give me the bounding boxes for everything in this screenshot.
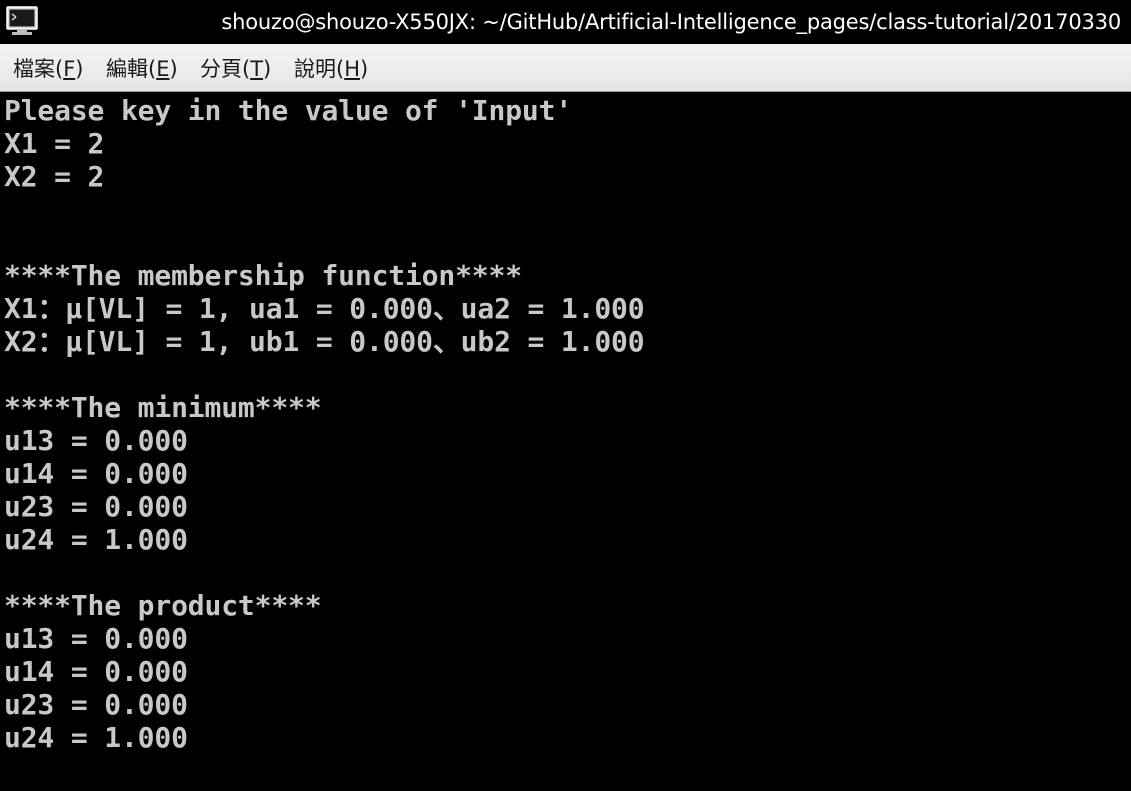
terminal-line: u23 = 0.000 (4, 688, 188, 721)
menu-help-suffix: ) (360, 57, 369, 81)
menu-help-label: 說明( (294, 57, 345, 81)
terminal-icon[interactable] (6, 6, 38, 36)
menu-help-mnemonic: H (344, 57, 360, 81)
title-bar[interactable]: shouzo@shouzo-X550JX: ~/GitHub/Artificia… (0, 0, 1131, 44)
terminal-line: X2：μ[VL] = 1, ub1 = 0.000、ub2 = 1.000 (4, 325, 645, 358)
menu-edit-label: 編輯( (106, 57, 157, 81)
terminal-line: ****The minimum**** (4, 391, 322, 424)
terminal-line: ****The membership function**** (4, 259, 522, 292)
window-title: shouzo@shouzo-X550JX: ~/GitHub/Artificia… (221, 10, 1121, 34)
menu-help[interactable]: 說明(H) (294, 44, 368, 92)
terminal-line: u14 = 0.000 (4, 457, 188, 490)
menu-tabs-suffix: ) (263, 57, 272, 81)
terminal-line: u13 = 0.000 (4, 424, 188, 457)
menu-bar: 檔案(F) 編輯(E) 分頁(T) 說明(H) (0, 44, 1131, 92)
menu-file[interactable]: 檔案(F) (13, 44, 84, 92)
terminal-line: X1：μ[VL] = 1, ua1 = 0.000、ua2 = 1.000 (4, 292, 645, 325)
terminal-line: X1 = 2 (4, 127, 105, 160)
menu-file-label: 檔案( (13, 57, 64, 81)
menu-edit-suffix: ) (169, 57, 178, 81)
terminal-line: ****The product**** (4, 589, 322, 622)
menu-file-mnemonic: F (63, 57, 76, 81)
menu-edit[interactable]: 編輯(E) (106, 44, 178, 92)
menu-tabs[interactable]: 分頁(T) (200, 44, 271, 92)
terminal-line: u13 = 0.000 (4, 622, 188, 655)
menu-tabs-label: 分頁( (200, 57, 251, 81)
terminal-window: shouzo@shouzo-X550JX: ~/GitHub/Artificia… (0, 0, 1131, 791)
terminal-line: u23 = 0.000 (4, 490, 188, 523)
terminal-line: Please key in the value of 'Input' (4, 94, 573, 127)
menu-file-suffix: ) (75, 57, 84, 81)
menu-edit-mnemonic: E (156, 57, 170, 81)
terminal-line: u24 = 1.000 (4, 523, 188, 556)
terminal-line: u24 = 1.000 (4, 721, 188, 754)
terminal-line: u14 = 0.000 (4, 655, 188, 688)
terminal-line: X2 = 2 (4, 160, 105, 193)
terminal-output[interactable]: Please key in the value of 'Input' X1 = … (0, 93, 1131, 791)
menu-tabs-mnemonic: T (250, 57, 264, 81)
